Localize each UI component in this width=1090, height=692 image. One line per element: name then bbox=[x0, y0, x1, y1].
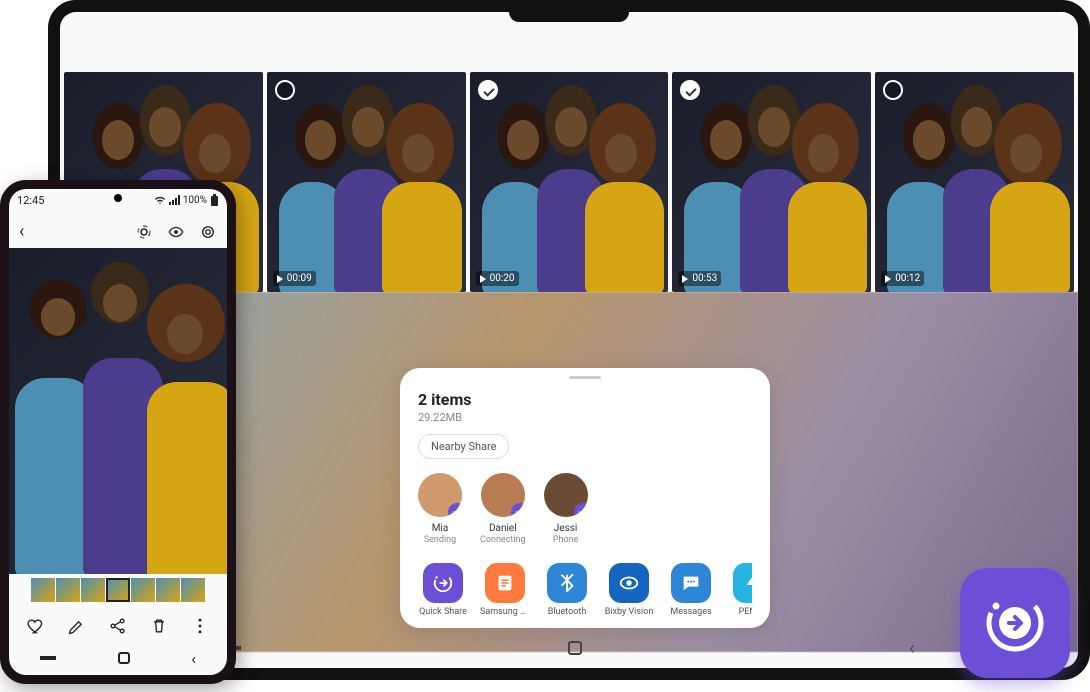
contact-name: Mia bbox=[418, 523, 462, 535]
filmstrip-thumb[interactable] bbox=[181, 578, 205, 602]
filmstrip-thumb[interactable] bbox=[31, 578, 55, 602]
video-duration-badge: 00:53 bbox=[678, 271, 721, 286]
visibility-icon[interactable] bbox=[167, 223, 185, 241]
gallery-thumb[interactable]: 00:53 bbox=[672, 72, 871, 292]
gallery-thumb[interactable]: 00:12 bbox=[875, 72, 1074, 292]
quickshare-overlay-icon bbox=[574, 503, 588, 517]
app-label: Quick Share bbox=[418, 607, 468, 617]
nav-home-button[interactable] bbox=[568, 641, 582, 655]
status-battery: 100% bbox=[183, 195, 207, 206]
play-icon bbox=[682, 275, 688, 283]
tablet-notch bbox=[509, 12, 629, 22]
selection-check-icon[interactable] bbox=[275, 80, 295, 100]
app-label: Samsung Notes bbox=[480, 607, 530, 617]
more-button[interactable] bbox=[190, 616, 210, 636]
back-button[interactable]: ‹ bbox=[19, 221, 24, 242]
avatar bbox=[544, 473, 588, 517]
battery-icon bbox=[210, 194, 219, 206]
nearby-share-chip[interactable]: Nearby Share bbox=[418, 434, 509, 459]
favorite-button[interactable] bbox=[26, 616, 46, 636]
status-time: 12:45 bbox=[17, 194, 44, 207]
app-label: Messages bbox=[666, 607, 716, 617]
gallery-thumb[interactable]: 00:09 bbox=[267, 72, 466, 292]
filmstrip-thumb[interactable] bbox=[81, 578, 105, 602]
avatar bbox=[481, 473, 525, 517]
filmstrip-thumb[interactable] bbox=[156, 578, 180, 602]
messages-icon bbox=[671, 563, 711, 603]
edit-button[interactable] bbox=[67, 616, 87, 636]
bixby-vision-icon bbox=[609, 563, 649, 603]
photo-viewer[interactable] bbox=[9, 248, 227, 574]
delete-button[interactable] bbox=[149, 616, 169, 636]
share-app[interactable]: Samsung Notes bbox=[480, 563, 530, 617]
punch-hole-camera bbox=[114, 194, 122, 202]
samsung-notes-icon bbox=[485, 563, 525, 603]
share-sheet[interactable]: 2 items 29.22MB Nearby Share Mia Sending… bbox=[400, 368, 770, 628]
share-app[interactable]: Bixby Vision bbox=[604, 563, 654, 617]
phone-device: 12:45 100% ‹ bbox=[0, 180, 236, 684]
video-duration-badge: 00:09 bbox=[273, 271, 316, 286]
gallery-thumb[interactable]: 00:20 bbox=[470, 72, 669, 292]
selection-check-icon[interactable] bbox=[478, 80, 498, 100]
filmstrip-thumb[interactable] bbox=[131, 578, 155, 602]
phone-screen: 12:45 100% ‹ bbox=[9, 189, 227, 675]
share-app[interactable]: Bluetooth bbox=[542, 563, 592, 617]
contacts-row: Mia Sending Daniel Connecting Jessi Phon… bbox=[418, 473, 752, 545]
play-icon bbox=[480, 275, 486, 283]
app-label: Bixby Vision bbox=[604, 607, 654, 617]
contact-status: Phone bbox=[544, 535, 588, 545]
app-label: Bluetooth bbox=[542, 607, 592, 617]
video-duration-badge: 00:12 bbox=[881, 271, 924, 286]
nav-recent-button[interactable] bbox=[40, 656, 56, 660]
bluetooth-icon bbox=[547, 563, 587, 603]
share-app[interactable]: Messages bbox=[666, 563, 716, 617]
wifi-icon bbox=[154, 195, 166, 205]
contact-name: Jessi bbox=[544, 523, 588, 535]
share-app[interactable]: PENUP bbox=[728, 563, 752, 617]
app-label: PENUP bbox=[728, 607, 752, 617]
filmstrip-thumb[interactable] bbox=[56, 578, 80, 602]
share-title: 2 items bbox=[418, 390, 752, 409]
filmstrip-thumb[interactable] bbox=[106, 578, 130, 602]
avatar bbox=[418, 473, 462, 517]
contact-status: Sending bbox=[418, 535, 462, 545]
share-app[interactable]: Quick Share bbox=[418, 563, 468, 617]
play-icon bbox=[277, 275, 283, 283]
video-duration-badge: 00:20 bbox=[476, 271, 519, 286]
nav-back-button[interactable]: ‹ bbox=[909, 638, 914, 659]
apps-row: Quick Share Samsung Notes Bluetooth Bixb… bbox=[418, 563, 752, 617]
smartview-icon[interactable] bbox=[199, 223, 217, 241]
bottom-toolbar bbox=[9, 606, 227, 642]
play-icon bbox=[885, 275, 891, 283]
share-contact[interactable]: Daniel Connecting bbox=[480, 473, 526, 545]
phone-navbar: ‹ bbox=[9, 641, 227, 675]
bixby-vision-icon[interactable] bbox=[135, 223, 153, 241]
status-right: 100% bbox=[154, 194, 219, 206]
nav-home-button[interactable] bbox=[118, 652, 130, 664]
nav-back-button[interactable]: ‹ bbox=[191, 649, 196, 668]
penup-icon bbox=[733, 563, 752, 603]
contact-name: Daniel bbox=[480, 523, 526, 535]
quick-share-arrow-icon bbox=[983, 591, 1047, 655]
quickshare-overlay-icon bbox=[511, 503, 525, 517]
quickshare-overlay-icon bbox=[448, 503, 462, 517]
quick-share-badge bbox=[960, 568, 1070, 678]
share-contact[interactable]: Mia Sending bbox=[418, 473, 462, 545]
share-contact[interactable]: Jessi Phone bbox=[544, 473, 588, 545]
share-button[interactable] bbox=[108, 616, 128, 636]
quick-share-icon bbox=[423, 563, 463, 603]
contact-status: Connecting bbox=[480, 535, 526, 545]
filmstrip[interactable] bbox=[9, 574, 227, 606]
sheet-grabber[interactable] bbox=[569, 376, 601, 379]
signal-icon bbox=[169, 195, 180, 205]
share-subtitle: 29.22MB bbox=[418, 411, 752, 424]
phone-header: ‹ bbox=[9, 211, 227, 248]
